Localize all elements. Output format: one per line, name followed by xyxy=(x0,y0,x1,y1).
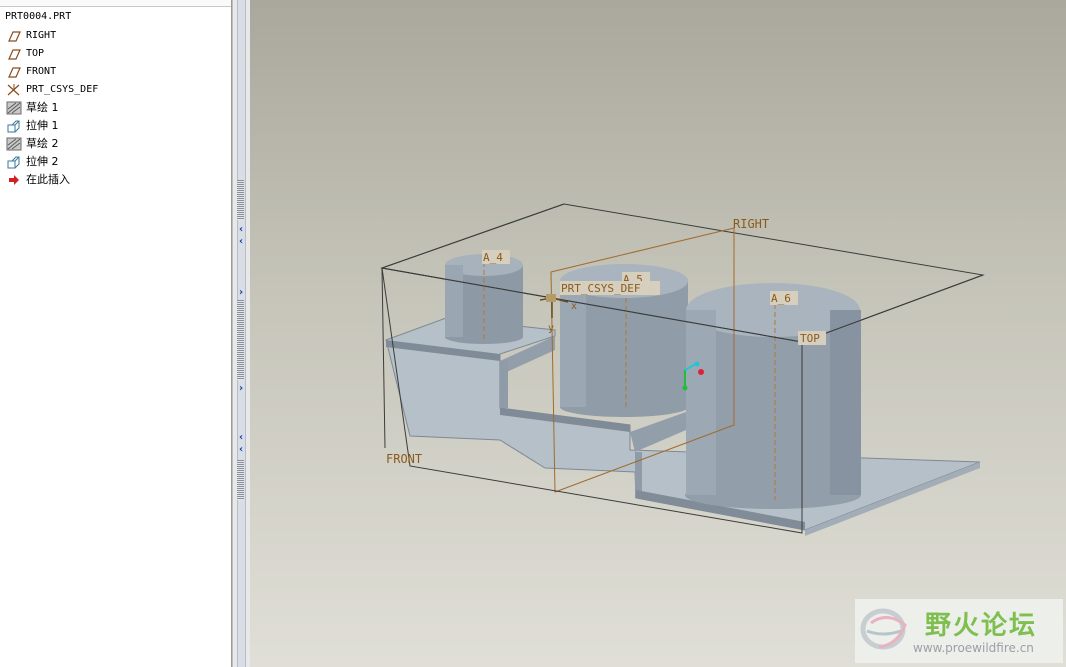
tree-panel-header xyxy=(0,0,231,7)
top-datum-label: TOP xyxy=(800,332,820,345)
datum-plane-icon xyxy=(6,47,22,61)
extrude-icon xyxy=(6,155,22,169)
watermark-logo-icon xyxy=(860,608,907,650)
insert-here-arrow-icon xyxy=(6,173,22,187)
watermark: 野火论坛 www.proewildfire.cn xyxy=(855,599,1063,663)
front-datum-label: FRONT xyxy=(386,452,422,466)
splitter-grip[interactable] xyxy=(237,180,244,220)
axis-a6-label: A_6 xyxy=(771,292,791,305)
csys-y-label: y xyxy=(548,323,554,334)
extrude-icon xyxy=(6,119,22,133)
tree-item-label: 草绘 2 xyxy=(26,137,59,150)
graphics-window[interactable]: A_4 A_5 A_6 PRT_CSYS_DEF x y TOP RIGHT F… xyxy=(250,0,1066,667)
tree-item-label: 拉伸 2 xyxy=(26,155,59,168)
sketch-icon xyxy=(6,101,22,115)
tree-item-right[interactable]: RIGHT xyxy=(6,28,56,44)
tree-root-part[interactable]: PRT0004.PRT xyxy=(5,11,71,22)
csys-x-label: x xyxy=(571,301,577,312)
right-datum-label: RIGHT xyxy=(733,217,769,231)
tree-item-label: 拉伸 1 xyxy=(26,119,59,132)
datum-plane-icon xyxy=(6,65,22,79)
panel-splitter[interactable]: ‹ ‹ › › ‹ ‹ xyxy=(232,0,251,667)
tree-item-insert-here[interactable]: 在此插入 xyxy=(6,172,70,188)
tree-item-label: 在此插入 xyxy=(26,173,70,186)
tree-item-label: FRONT xyxy=(26,66,57,77)
model-tree-panel: PRT0004.PRT RIGHT TOP FRONT PRT_CSYS_DEF… xyxy=(0,0,232,667)
tree-item-label: 草绘 1 xyxy=(26,101,59,114)
tree-item-top[interactable]: TOP xyxy=(6,46,44,62)
tree-item-extrude-1[interactable]: 拉伸 1 xyxy=(6,118,59,134)
tree-item-csys[interactable]: PRT_CSYS_DEF xyxy=(6,82,98,98)
tree-item-sketch-1[interactable]: 草绘 1 xyxy=(6,100,59,116)
collapse-left-icon[interactable]: ‹ xyxy=(235,432,247,444)
datum-plane-icon xyxy=(6,29,22,43)
tree-item-sketch-2[interactable]: 草绘 2 xyxy=(6,136,59,152)
tree-item-extrude-2[interactable]: 拉伸 2 xyxy=(6,154,59,170)
splitter-grip[interactable] xyxy=(237,300,244,380)
tree-item-label: PRT_CSYS_DEF xyxy=(26,84,99,95)
collapse-left-icon[interactable]: ‹ xyxy=(235,236,247,248)
csys-label: PRT_CSYS_DEF xyxy=(561,282,640,295)
watermark-title: 野火论坛 xyxy=(925,611,1038,641)
splitter-grip[interactable] xyxy=(237,460,244,500)
sketch-icon xyxy=(6,137,22,151)
tree-item-label: TOP xyxy=(26,48,45,59)
collapse-left-icon[interactable]: ‹ xyxy=(235,444,247,456)
coordinate-system-icon xyxy=(6,83,22,97)
expand-right-icon[interactable]: › xyxy=(235,383,247,395)
model-view: A_4 A_5 A_6 PRT_CSYS_DEF x y TOP RIGHT F… xyxy=(380,203,985,536)
watermark-url: www.proewildfire.cn xyxy=(913,641,1034,655)
tree-item-label: RIGHT xyxy=(26,30,57,41)
axis-a4-label: A_4 xyxy=(483,251,503,264)
collapse-left-icon[interactable]: ‹ xyxy=(235,224,247,236)
tree-item-front[interactable]: FRONT xyxy=(6,64,56,80)
expand-right-icon[interactable]: › xyxy=(235,287,247,299)
